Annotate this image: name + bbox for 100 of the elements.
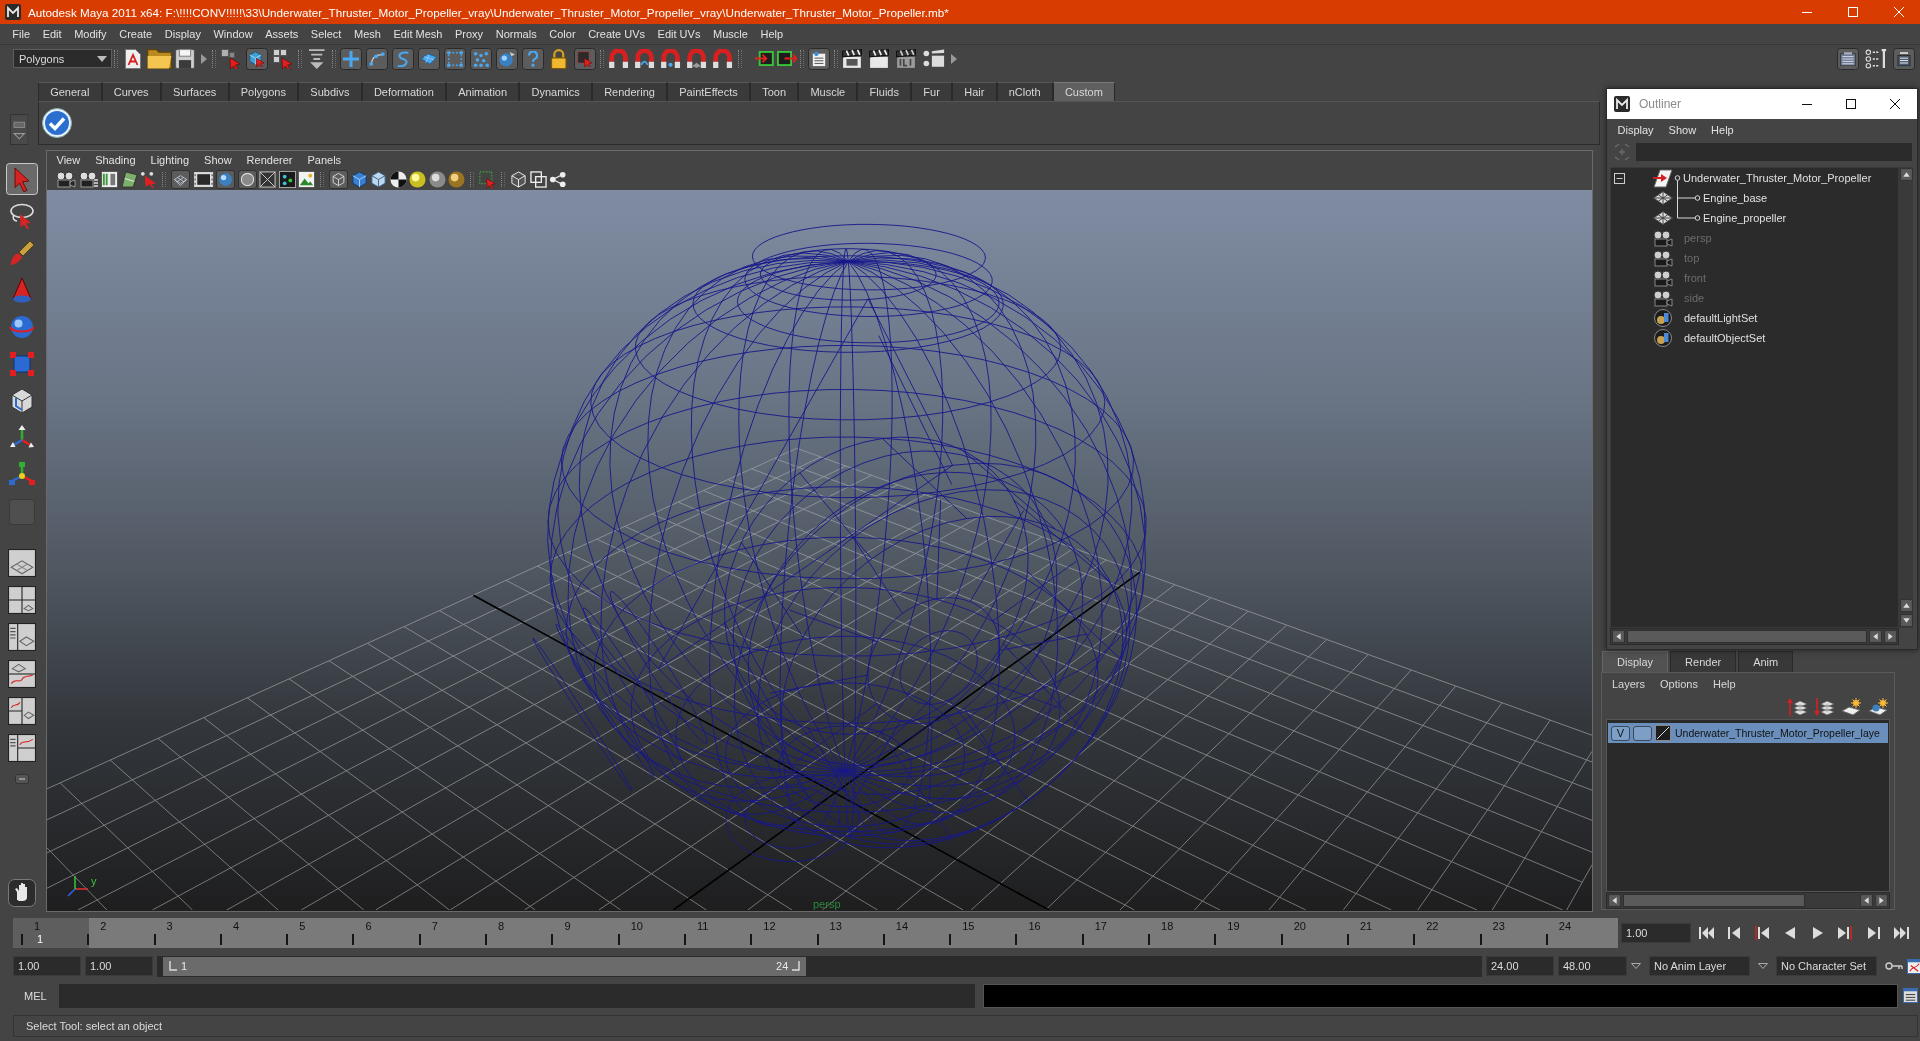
lattice-icon[interactable] [444, 47, 466, 70]
time-slider[interactable]: 1 1 2 3 4 5 6 7 8 9 10 11 12 13 14 15 16 17 18 19 20 21 22 23 24 [14, 917, 1618, 948]
expand-arrow-icon[interactable] [950, 53, 957, 64]
menu-item[interactable]: Help [754, 28, 790, 40]
key-icon[interactable] [1885, 962, 1903, 970]
shelf-tab[interactable]: Animation [446, 82, 520, 101]
shelf-tab[interactable]: Fluids [857, 82, 912, 101]
single-view-layout-icon[interactable] [8, 549, 36, 577]
cube-icon[interactable] [9, 388, 35, 414]
range-bar[interactable]: 1 24 [163, 956, 807, 976]
light-sphere-icon[interactable] [409, 171, 427, 188]
component-select-icon[interactable] [273, 48, 293, 69]
hand-icon[interactable] [8, 879, 36, 907]
command-input-field[interactable] [59, 983, 975, 1008]
new-layer-sphere-icon[interactable] [1868, 698, 1888, 716]
outliner-item[interactable]: Engine_propeller [1703, 212, 1787, 224]
go-to-start-icon[interactable] [1699, 925, 1715, 940]
tool-settings-icon[interactable] [1864, 48, 1887, 69]
viewport-canvas[interactable]: y persp [47, 190, 1592, 911]
menu-item[interactable]: Edit Mesh [387, 28, 449, 40]
paintbrush-icon[interactable] [9, 240, 35, 266]
shelf-tab[interactable]: Hair [952, 82, 997, 101]
menu-item[interactable]: Proxy [448, 28, 490, 40]
menu-item[interactable]: Show [1661, 124, 1704, 136]
x-ray-icon[interactable] [259, 171, 277, 188]
filter-field[interactable] [1636, 143, 1912, 161]
list-layout-icon[interactable] [8, 734, 36, 762]
menu-set-dropdown[interactable]: Polygons [13, 49, 112, 68]
range-slider[interactable]: 1 24 [157, 955, 1482, 977]
scroll-left-icon[interactable] [1869, 630, 1882, 643]
arrow-cursor-icon[interactable] [6, 163, 38, 195]
shelf-tab[interactable]: Muscle [798, 82, 858, 101]
graph-layout-icon[interactable] [8, 697, 36, 725]
menu-item[interactable]: Panels [299, 154, 349, 166]
question-mark-icon[interactable] [522, 47, 544, 70]
input-arrow-icon[interactable] [754, 51, 776, 66]
curve-icon[interactable] [392, 47, 414, 70]
filter-icon[interactable] [309, 48, 325, 69]
range-start-field[interactable]: 1.00 [85, 956, 153, 976]
start-time-field[interactable]: 1.00 [13, 956, 81, 976]
menu-item[interactable]: Options [1660, 678, 1698, 690]
layer-color-swatch-icon[interactable] [1655, 725, 1671, 741]
menu-item[interactable]: Select [304, 28, 348, 40]
two-squares-icon[interactable] [529, 171, 547, 188]
shelf-tab[interactable]: Subdivs [298, 82, 362, 101]
character-set-dropdown[interactable]: No Character Set [1776, 956, 1877, 976]
anim-layer-dropdown[interactable]: No Anim Layer [1649, 956, 1750, 976]
magnet-icon[interactable] [634, 49, 656, 68]
menu-item[interactable]: Display [158, 28, 208, 40]
sphere-icon[interactable] [428, 171, 446, 188]
menu-item[interactable]: Color [542, 28, 582, 40]
camera-icon[interactable] [78, 171, 99, 188]
image-plane-icon[interactable] [120, 171, 138, 188]
command-language-label[interactable]: MEL [13, 989, 59, 1002]
side-by-side-layout-icon[interactable] [8, 623, 36, 651]
range-end-handle-icon[interactable] [792, 961, 801, 971]
texture-icon[interactable] [298, 171, 316, 188]
menu-item[interactable]: Muscle [706, 28, 755, 40]
menu-item[interactable]: Help [1712, 678, 1736, 690]
scroll-down-icon[interactable] [1899, 614, 1913, 627]
character-set-icon[interactable] [1907, 958, 1920, 974]
go-to-end-icon[interactable] [1892, 925, 1909, 940]
scroll-left-icon[interactable] [1612, 630, 1625, 643]
shelf-tab[interactable]: Surfaces [160, 82, 229, 101]
layers-down-arrow-icon[interactable] [1814, 698, 1834, 716]
menu-item[interactable]: Normals [489, 28, 543, 40]
scrollbar-thumb[interactable] [1627, 630, 1867, 643]
new-layer-icon[interactable] [1841, 698, 1861, 716]
menu-item[interactable]: Show [196, 154, 240, 166]
shelf-tab[interactable]: General [38, 82, 102, 101]
shelf-tab[interactable]: Deformation [361, 82, 446, 101]
layers-up-arrow-icon[interactable] [1787, 698, 1807, 716]
clapperboard-icon[interactable] [842, 48, 865, 69]
collapse-toggle-icon[interactable] [1614, 172, 1625, 184]
magnet-icon[interactable] [660, 49, 682, 68]
menu-item[interactable]: Help [1703, 124, 1742, 136]
range-start-handle-icon[interactable] [169, 961, 177, 971]
current-time-field[interactable]: 1.00 [1621, 922, 1691, 943]
shelf-tab[interactable]: PaintEffects [667, 82, 750, 101]
curve-points-icon[interactable] [366, 47, 388, 70]
menu-item[interactable]: Mesh [347, 28, 388, 40]
menu-item[interactable]: Assets [258, 28, 305, 40]
dropdown-arrow-icon[interactable] [1631, 963, 1641, 969]
grid-dots-icon[interactable] [278, 171, 296, 188]
step-back-key-icon[interactable] [1754, 925, 1771, 940]
cursor-icon[interactable] [140, 171, 157, 188]
sphere-icon[interactable] [448, 171, 466, 188]
hierarchy-select-icon[interactable] [221, 48, 241, 69]
camera-icon[interactable] [56, 171, 76, 188]
menu-item[interactable]: Lighting [143, 154, 197, 166]
stacked-layout-icon[interactable] [8, 660, 36, 688]
layer-editor-tab[interactable]: Anim [1738, 651, 1794, 672]
wireframe-icon[interactable] [171, 170, 190, 189]
move-axes-icon[interactable] [9, 462, 35, 488]
visibility-toggle[interactable]: V [1611, 725, 1630, 741]
new-file-icon[interactable] [125, 48, 141, 69]
shelf-tab[interactable]: Curves [101, 82, 161, 101]
dropdown-arrow-icon[interactable] [1758, 963, 1768, 969]
expand-arrow-icon[interactable] [201, 53, 207, 64]
plus-icon[interactable] [340, 47, 362, 70]
